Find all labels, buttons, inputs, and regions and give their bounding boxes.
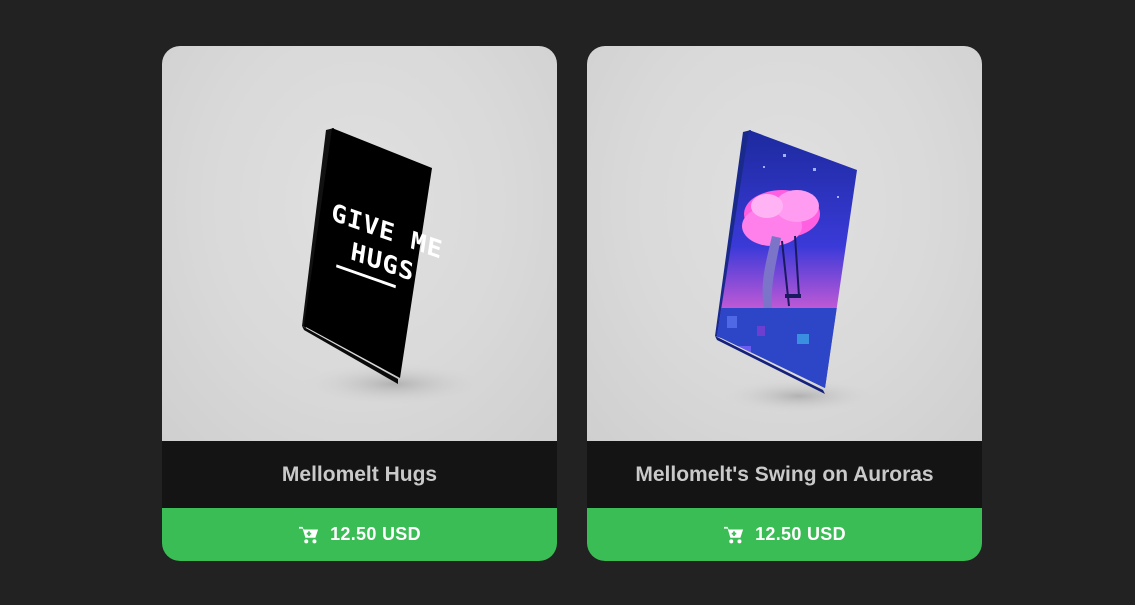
product-image-swing-on-auroras[interactable] xyxy=(587,46,982,441)
product-title[interactable]: Mellomelt Hugs xyxy=(162,441,557,508)
product-title[interactable]: Mellomelt's Swing on Auroras xyxy=(587,441,982,508)
price-label: 12.50 USD xyxy=(755,524,846,544)
shopping-cart-icon xyxy=(298,525,320,545)
price-label: 12.50 USD xyxy=(330,524,421,544)
add-to-cart-button[interactable]: 12.50 USD xyxy=(162,508,557,561)
product-image-mellomelt-hugs[interactable]: GIVE ME HUGS xyxy=(162,46,557,441)
add-to-cart-button[interactable]: 12.50 USD xyxy=(587,508,982,561)
product-card-mellomelt-hugs[interactable]: GIVE ME HUGS Mellomelt Hugs 12.50 USD xyxy=(162,46,557,561)
canvas-print-black: GIVE ME HUGS xyxy=(299,128,489,406)
shopping-cart-icon xyxy=(723,525,745,545)
canvas-print-aurora xyxy=(715,130,879,414)
product-grid: GIVE ME HUGS Mellomelt Hugs 12.50 USD Me… xyxy=(162,46,982,561)
product-card-swing-on-auroras[interactable]: Mellomelt's Swing on Auroras 12.50 USD xyxy=(587,46,982,561)
